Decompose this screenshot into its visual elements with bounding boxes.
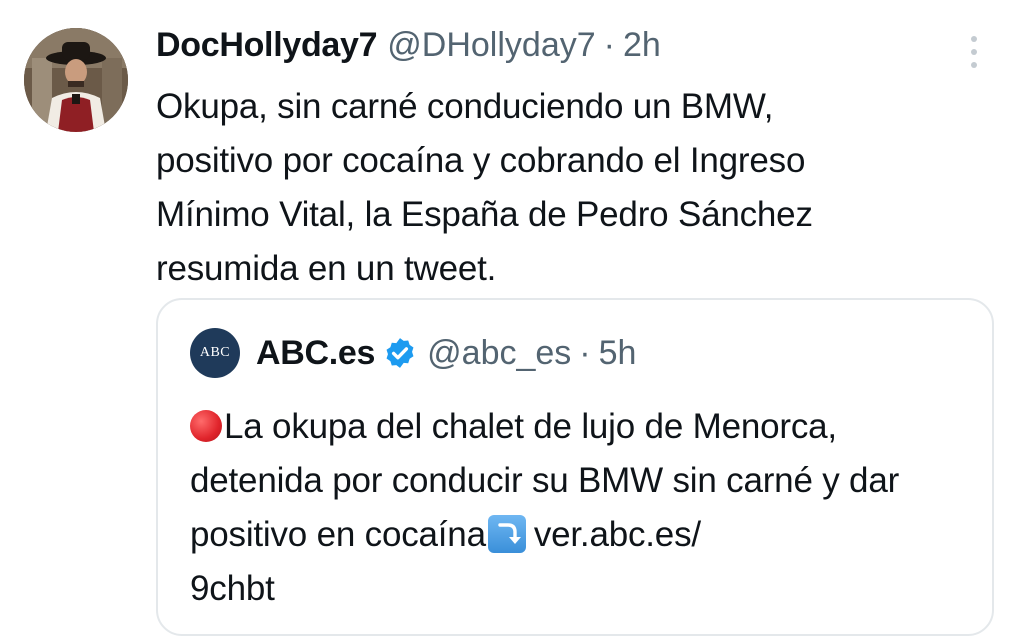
tweet-card[interactable]: DocHollyday7 @DHollyday7 · 2h Okupa, sin… [0, 0, 1012, 643]
arrow-curving-down-emoji [487, 515, 526, 553]
more-vertical-icon[interactable] [964, 32, 984, 72]
quoted-tweet[interactable]: ABC ABC.es @abc_es · 5h La okupa del cha… [156, 298, 994, 636]
abc-avatar-logo-text: ABC [199, 345, 231, 360]
red-circle-emoji [190, 410, 222, 442]
quoted-tweet-timestamp: 5h [598, 334, 637, 372]
verified-badge-icon [386, 338, 414, 368]
more-dot [971, 62, 977, 68]
abc-avatar[interactable]: ABC [190, 328, 240, 378]
quoted-author-handle[interactable]: @abc_es [427, 328, 571, 378]
tweet-timestamp[interactable]: 2h [623, 20, 661, 70]
cowboy-avatar-image [24, 28, 128, 132]
tweet-header: DocHollyday7 @DHollyday7 · 2h [156, 20, 661, 70]
header-separator: · [603, 26, 615, 64]
user-avatar[interactable] [24, 28, 128, 132]
more-dot [971, 36, 977, 42]
author-display-name[interactable]: DocHollyday7 [156, 20, 378, 70]
quoted-author-name[interactable]: ABC.es [256, 328, 375, 378]
more-dot [971, 49, 977, 55]
quoted-tweet-header: ABC ABC.es @abc_es · 5h [190, 328, 636, 378]
author-handle[interactable]: @DHollyday7 [387, 20, 595, 70]
quoted-header-separator: · [579, 334, 591, 372]
quoted-tweet-body: La okupa del chalet de lujo de Menorca, … [190, 400, 970, 616]
tweet-body-text: Okupa, sin carné conduciendo un BMW, pos… [156, 87, 813, 288]
